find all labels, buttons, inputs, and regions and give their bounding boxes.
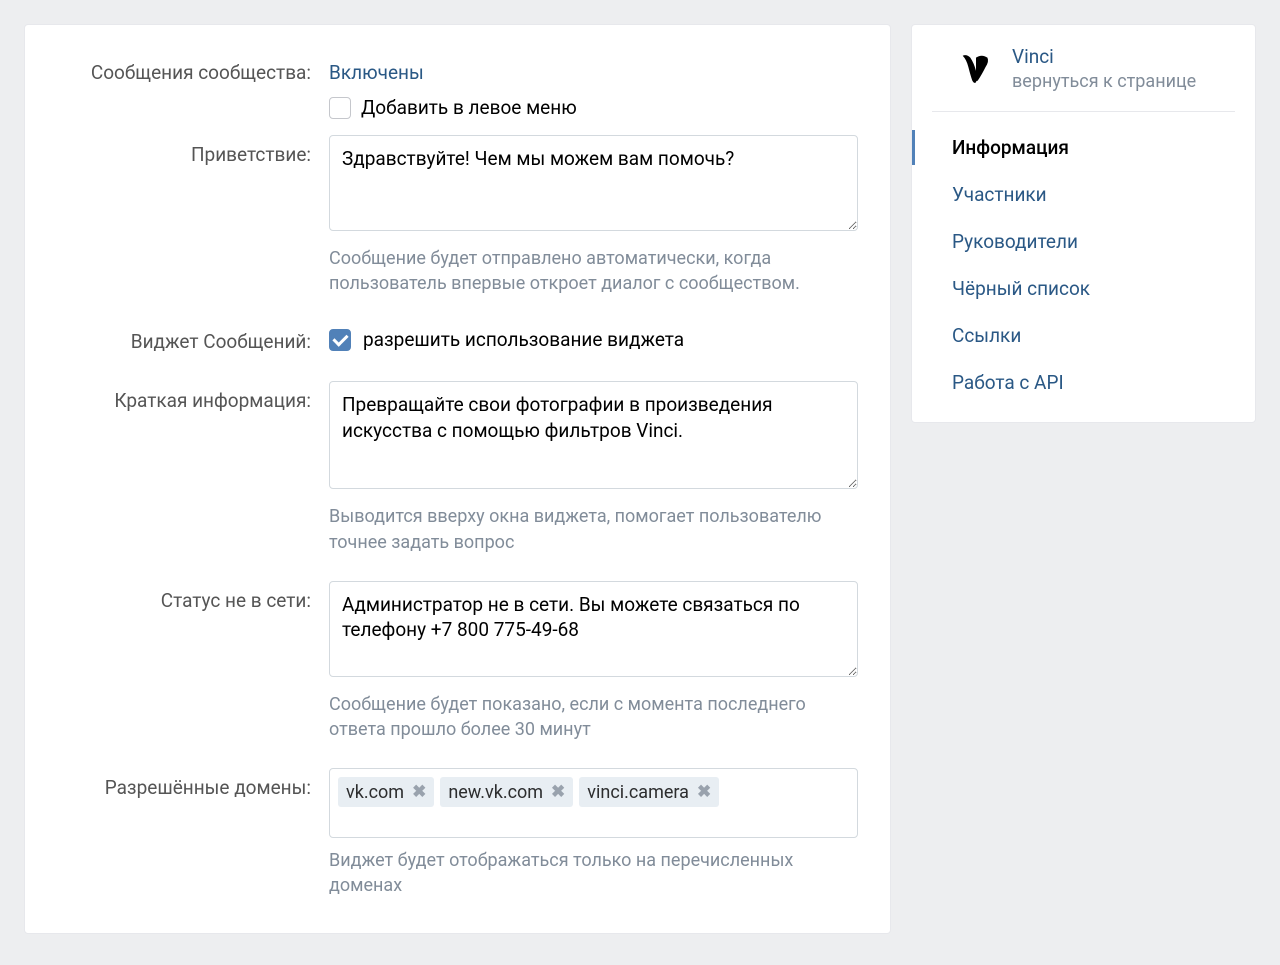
brief-hint: Выводится вверху окна виджета, помогает … — [329, 504, 858, 554]
community-avatar[interactable] — [954, 47, 998, 91]
domain-tag: vinci.camera ✖ — [579, 777, 719, 807]
domains-hint: Виджет будет отображаться только на пере… — [329, 848, 858, 898]
settings-panel: Сообщения сообщества: Включены Добавить … — [24, 24, 891, 934]
domain-tag-label: vinci.camera — [587, 782, 689, 803]
sidebar-nav-item[interactable]: Руководители — [912, 218, 1255, 265]
domain-tag: vk.com ✖ — [338, 777, 434, 807]
domain-tag-label: vk.com — [346, 782, 404, 803]
allow-widget-checkbox[interactable] — [329, 329, 351, 351]
greeting-hint: Сообщение будет отправлено автоматически… — [329, 246, 858, 296]
sidebar-header: Vinci вернуться к странице — [932, 25, 1235, 112]
offline-row: Статус не в сети: Сообщение будет показа… — [49, 581, 866, 762]
brief-row: Краткая информация: Выводится вверху окн… — [49, 381, 866, 574]
sidebar-nav: ИнформацияУчастникиРуководителиЧёрный сп… — [912, 112, 1255, 422]
add-to-menu-label[interactable]: Добавить в левое меню — [361, 96, 577, 119]
messages-status-link[interactable]: Включены — [329, 53, 424, 84]
brief-label: Краткая информация: — [49, 381, 329, 412]
sidebar-nav-item[interactable]: Информация — [912, 124, 1255, 171]
back-to-page-link[interactable]: вернуться к странице — [1012, 70, 1196, 93]
close-icon[interactable]: ✖ — [551, 784, 565, 801]
sidebar-nav-item[interactable]: Ссылки — [912, 312, 1255, 359]
allow-widget-label[interactable]: разрешить использование виджета — [363, 328, 684, 351]
greeting-label: Приветствие: — [49, 135, 329, 166]
widget-label: Виджет Сообщений: — [49, 322, 329, 353]
messages-row: Сообщения сообщества: Включены Добавить … — [49, 53, 866, 129]
sidebar: Vinci вернуться к странице ИнформацияУча… — [911, 24, 1256, 423]
sidebar-nav-item[interactable]: Участники — [912, 171, 1255, 218]
domains-row: Разрешённые домены: vk.com✖new.vk.com✖vi… — [49, 768, 866, 898]
offline-hint: Сообщение будет показано, если с момента… — [329, 692, 858, 742]
messages-label: Сообщения сообщества: — [49, 53, 329, 84]
domain-tag-label: new.vk.com — [448, 782, 543, 803]
vinci-logo-icon — [957, 50, 995, 88]
add-to-menu-checkbox[interactable] — [329, 97, 351, 119]
brief-textarea[interactable] — [329, 381, 858, 489]
domain-tag: new.vk.com ✖ — [440, 777, 573, 807]
close-icon[interactable]: ✖ — [697, 784, 711, 801]
widget-row: Виджет Сообщений: разрешить использовани… — [49, 322, 866, 375]
offline-label: Статус не в сети: — [49, 581, 329, 612]
offline-textarea[interactable] — [329, 581, 858, 677]
domains-input[interactable]: vk.com ✖ new.vk.com ✖ vinci.camera ✖ — [329, 768, 858, 838]
sidebar-nav-item[interactable]: Работа с API — [912, 359, 1255, 406]
sidebar-nav-item[interactable]: Чёрный список — [912, 265, 1255, 312]
greeting-textarea[interactable] — [329, 135, 858, 231]
community-title-link[interactable]: Vinci — [1012, 45, 1196, 70]
greeting-row: Приветствие: Сообщение будет отправлено … — [49, 135, 866, 316]
close-icon[interactable]: ✖ — [412, 784, 426, 801]
domains-label: Разрешённые домены: — [49, 768, 329, 799]
